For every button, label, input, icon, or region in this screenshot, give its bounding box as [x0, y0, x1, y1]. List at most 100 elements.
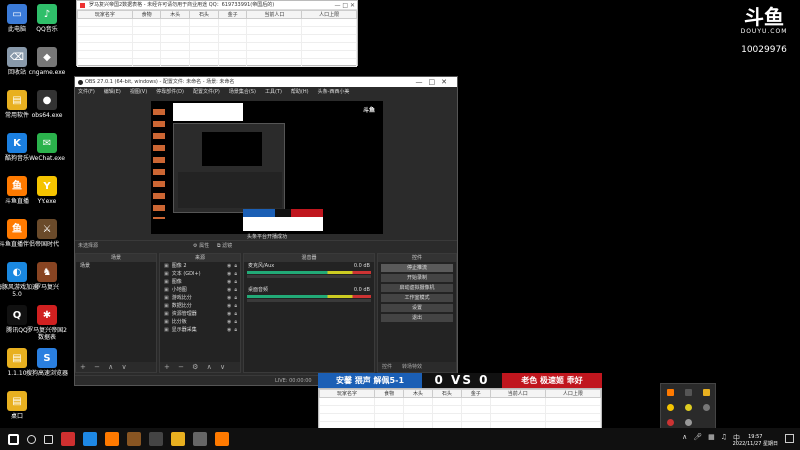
desktop-icon[interactable]: ▤ 桌口 — [0, 391, 38, 420]
network-icon[interactable]: ▦ — [708, 433, 715, 443]
obs-window[interactable]: OBS 27.0.1 (64-bit, windows) - 配置文件: 未命名… — [74, 76, 458, 386]
control-button[interactable]: 开始录制 — [381, 274, 453, 282]
table-row[interactable] — [318, 397, 602, 406]
lock-icon[interactable]: 🔒︎ — [234, 294, 240, 302]
table-row[interactable] — [77, 50, 357, 59]
control-button[interactable]: 停止推流 — [381, 264, 453, 272]
menu-item[interactable]: 配置文件(P) — [193, 87, 220, 98]
notification-icon[interactable] — [785, 434, 794, 443]
taskview-icon[interactable] — [44, 434, 53, 444]
menu-item[interactable]: 头条-西西小美 — [318, 87, 350, 98]
source-item[interactable]: ▣ 数据比分 ◉ 🔒︎ — [160, 302, 240, 310]
spreadsheet-window-top[interactable]: 罗马复兴帝国2数据表格 - 未经许可请勿用于商业用途 QQ：619733991(… — [76, 0, 358, 67]
source-item[interactable]: ▣ 图像 2 ◉ 🔒︎ — [160, 262, 240, 270]
eye-icon[interactable]: ◉ — [227, 326, 231, 334]
source-item[interactable]: ▣ 比分板 ◉ 🔒︎ — [160, 318, 240, 326]
column-header[interactable]: 玩家名字 — [77, 10, 133, 19]
desktop-volume-slider[interactable] — [247, 299, 371, 302]
app-icon[interactable] — [193, 432, 207, 446]
start-icon[interactable] — [8, 433, 19, 445]
edge-icon[interactable] — [83, 432, 97, 446]
menu-item[interactable]: 停靠部件(D) — [156, 87, 184, 98]
tray-icon[interactable] — [667, 419, 674, 426]
window-controls[interactable]: —□✕ — [416, 77, 453, 87]
desktop-icon[interactable]: ♞ 罗马复兴 — [26, 262, 68, 291]
menu-item[interactable]: 场景集合(S) — [229, 87, 256, 98]
control-button[interactable]: 退出 — [381, 314, 453, 322]
game-icon[interactable] — [127, 432, 141, 446]
tray-icon[interactable] — [667, 389, 674, 396]
desktop-icon[interactable]: ⚔ 帝国时代 — [26, 219, 68, 248]
obs-icon[interactable] — [149, 432, 163, 446]
tray-icon[interactable] — [703, 404, 710, 411]
column-header[interactable]: 石头 — [431, 389, 462, 398]
properties-button[interactable]: ⚙ 属性 — [193, 241, 209, 251]
desktop-icon[interactable]: ♪ QQ音乐 — [26, 4, 68, 33]
lock-icon[interactable]: 🔒︎ — [234, 310, 240, 318]
tray-icon[interactable] — [685, 404, 692, 411]
dock-tab[interactable]: 控件 — [382, 364, 392, 370]
livestream-icon[interactable] — [215, 432, 229, 446]
column-header[interactable]: 金子 — [217, 10, 248, 19]
table-row[interactable] — [77, 58, 357, 67]
preview-canvas[interactable]: 斗鱼 头条平台开播成功 — [151, 101, 383, 240]
column-header[interactable]: 当前人口 — [246, 10, 303, 19]
table-row[interactable] — [318, 413, 602, 422]
column-header[interactable]: 人口上限 — [301, 10, 357, 19]
explorer-icon[interactable] — [171, 432, 185, 446]
menu-item[interactable]: 视图(V) — [130, 87, 147, 98]
tray-icon[interactable] — [685, 389, 692, 396]
mic-volume-slider[interactable] — [247, 275, 371, 278]
source-item[interactable]: ▣ 小地图 ◉ 🔒︎ — [160, 286, 240, 294]
tray-icon[interactable] — [667, 404, 674, 411]
mic-icon[interactable]: 🎤︎ — [693, 433, 702, 443]
source-item[interactable]: ▣ 游戏比分 ◉ 🔒︎ — [160, 294, 240, 302]
control-button[interactable]: 设置 — [381, 304, 453, 312]
column-header[interactable]: 食物 — [131, 10, 162, 19]
scene-buttons[interactable]: + − ∧ ∨ — [76, 362, 156, 372]
excel-icon[interactable] — [61, 432, 75, 446]
column-header[interactable]: 人口上限 — [544, 389, 602, 398]
sheet-title-bar[interactable]: 罗马复兴帝国2数据表格 - 未经许可请勿用于商业用途 QQ：619733991(… — [77, 1, 357, 10]
tray-icon[interactable] — [685, 419, 692, 426]
eye-icon[interactable]: ◉ — [227, 294, 231, 302]
source-item[interactable]: ▣ 显示器采集 ◉ 🔒︎ — [160, 326, 240, 334]
menu-item[interactable]: 帮助(H) — [291, 87, 309, 98]
lock-icon[interactable]: 🔒︎ — [234, 326, 240, 334]
table-row[interactable] — [318, 405, 602, 414]
menu-item[interactable]: 工具(T) — [265, 87, 282, 98]
dock-tab[interactable]: 转场特效 — [402, 364, 422, 370]
eye-icon[interactable]: ◉ — [227, 286, 231, 294]
column-header[interactable]: 食物 — [374, 389, 405, 398]
douyu-icon[interactable] — [105, 432, 119, 446]
eye-icon[interactable]: ◉ — [227, 270, 231, 278]
scene-item[interactable]: 场景 — [76, 262, 156, 270]
lock-icon[interactable]: 🔒︎ — [234, 270, 240, 278]
desktop-icon[interactable]: Y YY.exe — [26, 176, 68, 205]
eye-icon[interactable]: ◉ — [227, 262, 231, 270]
filters-button[interactable]: ⧉ 滤镜 — [217, 241, 232, 251]
table-row[interactable] — [77, 34, 357, 43]
eye-icon[interactable]: ◉ — [227, 310, 231, 318]
desktop-icon[interactable]: ● obs64.exe — [26, 90, 68, 119]
lock-icon[interactable]: 🔒︎ — [234, 286, 240, 294]
table-row[interactable] — [77, 18, 357, 27]
eye-icon[interactable]: ◉ — [227, 302, 231, 310]
source-item[interactable]: ▣ 资源管理器 ◉ 🔒︎ — [160, 310, 240, 318]
column-header[interactable]: 玩家名字 — [318, 389, 376, 398]
menu-item[interactable]: 文件(F) — [78, 87, 95, 98]
tray-icon[interactable] — [703, 389, 710, 396]
table-row[interactable] — [77, 26, 357, 35]
control-button[interactable]: 工作室模式 — [381, 294, 453, 302]
show-hidden-icons[interactable]: ∧ — [682, 433, 687, 443]
lock-icon[interactable]: 🔒︎ — [234, 262, 240, 270]
lock-icon[interactable]: 🔒︎ — [234, 278, 240, 286]
desktop-icon[interactable]: ✉ WeChat.exe — [26, 133, 68, 162]
column-header[interactable]: 当前人口 — [489, 389, 546, 398]
lock-icon[interactable]: 🔒︎ — [234, 302, 240, 310]
column-header[interactable]: 木头 — [403, 389, 433, 398]
search-icon[interactable] — [27, 434, 36, 444]
column-header[interactable]: 金子 — [460, 389, 491, 398]
control-button[interactable]: 启动虚拟摄像机 — [381, 284, 453, 292]
desktop-icon[interactable]: ◆ cngame.exe — [26, 47, 68, 76]
